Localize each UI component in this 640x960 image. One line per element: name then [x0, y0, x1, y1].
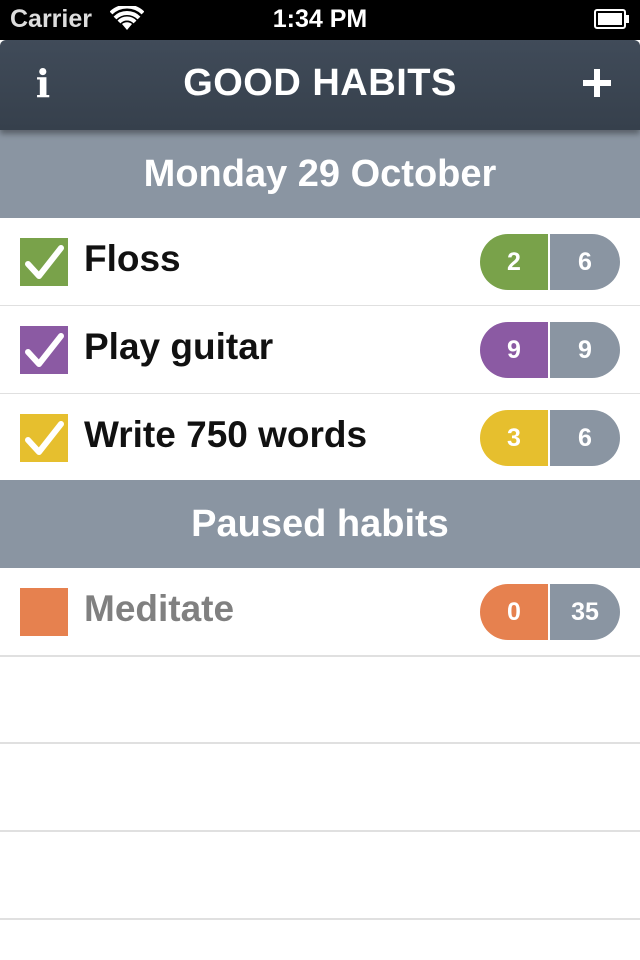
page-title: GOOD HABITS	[183, 62, 457, 104]
habit-count: 3	[480, 410, 548, 466]
habit-count: 2	[480, 234, 548, 290]
habit-label: Write 750 words	[84, 414, 368, 455]
navigation-bar: i GOOD HABITS	[0, 40, 640, 130]
habit-row-play-guitar[interactable]: Play guitar 9 9	[0, 306, 640, 395]
habit-count: 0	[480, 584, 548, 640]
add-habit-button[interactable]	[572, 58, 622, 108]
checkbox-unchecked-icon[interactable]	[20, 588, 68, 636]
empty-row	[0, 832, 640, 920]
section-header-today: Monday 29 October	[0, 130, 640, 218]
battery-icon	[594, 9, 629, 29]
habit-label: Meditate	[84, 588, 235, 629]
clock: 1:34 PM	[272, 5, 368, 33]
habit-total: 6	[550, 234, 620, 290]
habit-label: Floss	[84, 238, 181, 279]
empty-row	[0, 744, 640, 832]
habit-row-meditate[interactable]: Meditate 0 35	[0, 568, 640, 657]
habit-count: 9	[480, 322, 548, 378]
plus-icon	[583, 69, 611, 97]
habit-total: 9	[550, 322, 620, 378]
habit-stats: 0 35	[480, 584, 620, 640]
habit-stats: 3 6	[480, 410, 620, 466]
habit-stats: 9 9	[480, 322, 620, 378]
section-header-paused: Paused habits	[0, 480, 640, 568]
empty-row	[0, 656, 640, 744]
checkbox-checked-icon[interactable]	[20, 414, 68, 462]
status-bar: Carrier 1:34 PM	[0, 0, 640, 40]
habit-row-write-750-words[interactable]: Write 750 words 3 6	[0, 394, 640, 483]
habit-total: 35	[550, 584, 620, 640]
checkbox-checked-icon[interactable]	[20, 326, 68, 374]
habit-total: 6	[550, 410, 620, 466]
habit-stats: 2 6	[480, 234, 620, 290]
habit-label: Play guitar	[84, 326, 274, 367]
checkbox-checked-icon[interactable]	[20, 238, 68, 286]
habit-row-floss[interactable]: Floss 2 6	[0, 218, 640, 307]
